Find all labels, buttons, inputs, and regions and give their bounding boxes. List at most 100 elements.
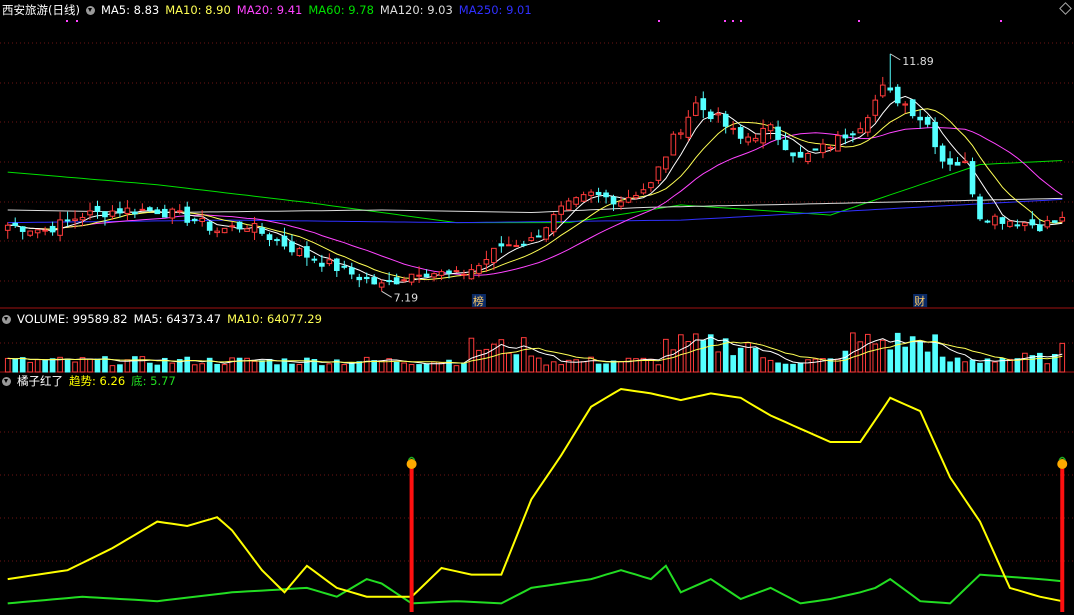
volume-bar xyxy=(610,360,617,373)
candle xyxy=(977,196,983,220)
volume-bar xyxy=(752,347,759,373)
volume-bar xyxy=(94,358,101,373)
candle xyxy=(939,145,946,162)
candle xyxy=(648,182,654,189)
candle xyxy=(498,243,505,247)
volume-bar xyxy=(887,349,894,373)
candle xyxy=(767,124,774,132)
candle xyxy=(857,128,864,134)
candle xyxy=(236,221,243,230)
candle xyxy=(79,216,86,221)
high-price-label: 11.89 xyxy=(902,55,934,68)
candle xyxy=(431,273,437,278)
candle xyxy=(812,148,819,151)
candle xyxy=(603,192,609,198)
signal-bar xyxy=(1060,468,1065,612)
dropdown-circle-icon[interactable] xyxy=(85,6,95,15)
orange-icon xyxy=(1057,459,1068,469)
event-tag: 财 xyxy=(914,294,925,308)
candle xyxy=(588,191,594,196)
candle xyxy=(102,211,108,218)
volume-bar xyxy=(348,362,355,373)
candle xyxy=(94,205,101,212)
volume-bar xyxy=(879,339,886,373)
candle xyxy=(401,279,407,282)
stock-title[interactable]: 西安旅游(日线) xyxy=(2,3,80,17)
volume-bar xyxy=(558,364,564,373)
signal-dot xyxy=(740,20,742,22)
volume-bar xyxy=(117,364,123,373)
signal-dot xyxy=(858,20,860,22)
candle xyxy=(229,225,235,228)
candle xyxy=(356,276,363,281)
volume-bar xyxy=(109,365,116,373)
candle xyxy=(1059,216,1066,222)
candle xyxy=(378,282,385,288)
candle xyxy=(872,99,879,116)
indicator-name: 橘子红了 xyxy=(17,374,63,388)
volume-bar xyxy=(438,362,445,373)
volume-bar xyxy=(782,363,789,373)
volume-bar xyxy=(12,358,19,373)
candle xyxy=(670,133,677,156)
volume-bar xyxy=(760,357,766,373)
volume-bar xyxy=(864,333,871,373)
volume-bar xyxy=(580,361,587,373)
candle xyxy=(251,223,258,233)
dropdown-circle-icon[interactable] xyxy=(2,315,11,324)
candle xyxy=(565,200,572,211)
candle xyxy=(528,237,535,241)
candle xyxy=(416,274,422,277)
volume-bar xyxy=(550,361,557,373)
ma5-label: MA5: 8.83 xyxy=(100,3,160,17)
volume-bar xyxy=(812,358,819,373)
candle xyxy=(887,87,894,91)
volume-bar xyxy=(954,357,961,373)
candle xyxy=(715,113,722,116)
volume-bar xyxy=(939,356,946,373)
volume-bar xyxy=(1059,342,1066,373)
candle xyxy=(969,161,976,195)
volume-bar xyxy=(573,359,579,373)
volume-bar xyxy=(296,363,303,373)
candle xyxy=(319,262,325,267)
candle xyxy=(947,158,953,165)
volume-bar xyxy=(461,363,467,373)
volume-bar xyxy=(902,346,909,373)
signal-dot xyxy=(76,20,78,22)
candle xyxy=(161,208,168,218)
candle xyxy=(678,132,684,135)
candle xyxy=(333,258,340,272)
candle xyxy=(1044,220,1051,228)
volume-header: VOLUME: 99589.82 MA5: 64373.47 MA10: 64077… xyxy=(2,312,328,326)
candle xyxy=(580,194,587,202)
candle xyxy=(87,210,93,216)
candle xyxy=(274,239,280,242)
volume-bar xyxy=(476,349,482,373)
bottom-label: 底: 5.77 xyxy=(131,374,176,388)
volume-bar xyxy=(917,340,923,373)
candle xyxy=(311,258,318,261)
candle xyxy=(266,234,273,240)
candle xyxy=(924,116,931,125)
candle xyxy=(1007,220,1013,227)
candle xyxy=(999,217,1006,224)
candle xyxy=(992,215,998,226)
volume-bar xyxy=(401,362,407,373)
volume-ma5-label: MA5: 64373.47 xyxy=(133,312,222,326)
ma60-label: MA60: 9.78 xyxy=(308,3,374,17)
candle xyxy=(491,247,497,264)
chart-canvas: 11.89 7.19 榜 财 xyxy=(0,20,1074,612)
candle xyxy=(206,221,213,231)
signal-bar xyxy=(409,468,414,612)
volume-bar xyxy=(184,356,191,373)
candle xyxy=(19,226,26,232)
candle xyxy=(296,248,303,257)
volume-bar xyxy=(588,356,594,373)
candle xyxy=(461,273,467,276)
volume-bar xyxy=(132,356,138,373)
candle xyxy=(27,230,33,236)
candle xyxy=(550,214,557,233)
dropdown-circle-icon[interactable] xyxy=(2,377,11,386)
candle xyxy=(984,220,991,223)
